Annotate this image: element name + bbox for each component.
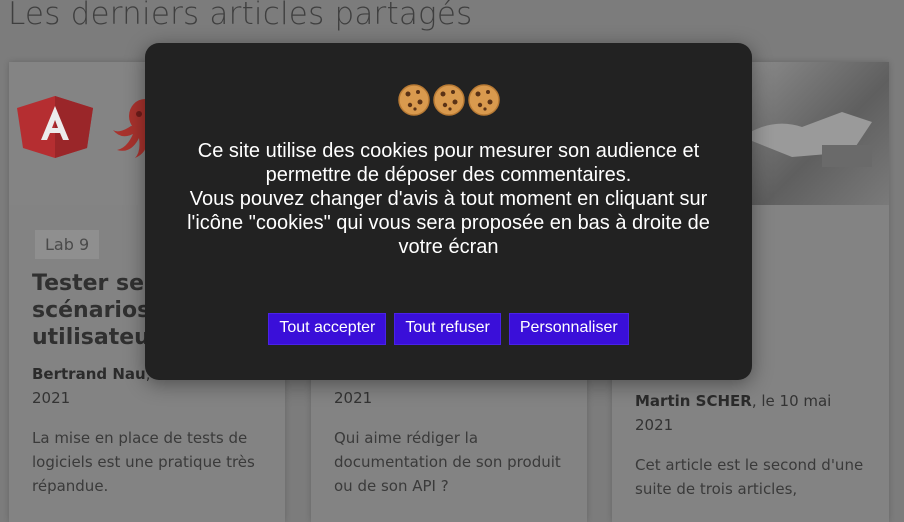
article-date: , le 10 mai xyxy=(751,392,832,410)
article-excerpt: Qui aime rédiger la documentation de son… xyxy=(334,429,561,495)
cookie-consent-dialog: Ce site utilise des cookies pour mesurer… xyxy=(145,43,752,380)
accept-all-button[interactable]: Tout accepter xyxy=(268,313,387,345)
article-author: Bertrand Nau xyxy=(32,365,146,383)
cookie-actions: Tout accepter Tout refuser Personnaliser xyxy=(145,313,752,345)
article-meta: 2021 xyxy=(334,386,574,410)
cookie-icon xyxy=(397,84,430,116)
refuse-all-button[interactable]: Tout refuser xyxy=(394,313,501,345)
customize-button[interactable]: Personnaliser xyxy=(508,313,629,345)
desk-photo-icon xyxy=(742,112,872,167)
article-meta: Martin SCHER, le 10 mai 2021 xyxy=(635,389,875,437)
article-excerpt: La mise en place de tests de logiciels e… xyxy=(32,429,255,495)
article-year: 2021 xyxy=(334,389,373,407)
cookie-icons xyxy=(145,83,752,123)
article-year: 2021 xyxy=(635,416,674,434)
angular-logo-icon xyxy=(17,96,93,158)
cookie-message-line2: Vous pouvez changer d'avis à tout moment… xyxy=(187,188,710,258)
section-title: Les derniers articles partagés xyxy=(8,0,473,32)
cookie-icon xyxy=(467,84,500,116)
article-excerpt: Cet article est le second d'une suite de… xyxy=(635,456,864,498)
cookie-message-line1: Ce site utilise des cookies pour mesurer… xyxy=(197,140,700,186)
cookie-message: Ce site utilise des cookies pour mesurer… xyxy=(185,139,712,259)
article-year: 2021 xyxy=(32,389,71,407)
cookie-icon xyxy=(432,84,465,116)
category-tag[interactable]: Lab 9 xyxy=(35,230,100,259)
article-author: Martin SCHER xyxy=(635,392,752,410)
